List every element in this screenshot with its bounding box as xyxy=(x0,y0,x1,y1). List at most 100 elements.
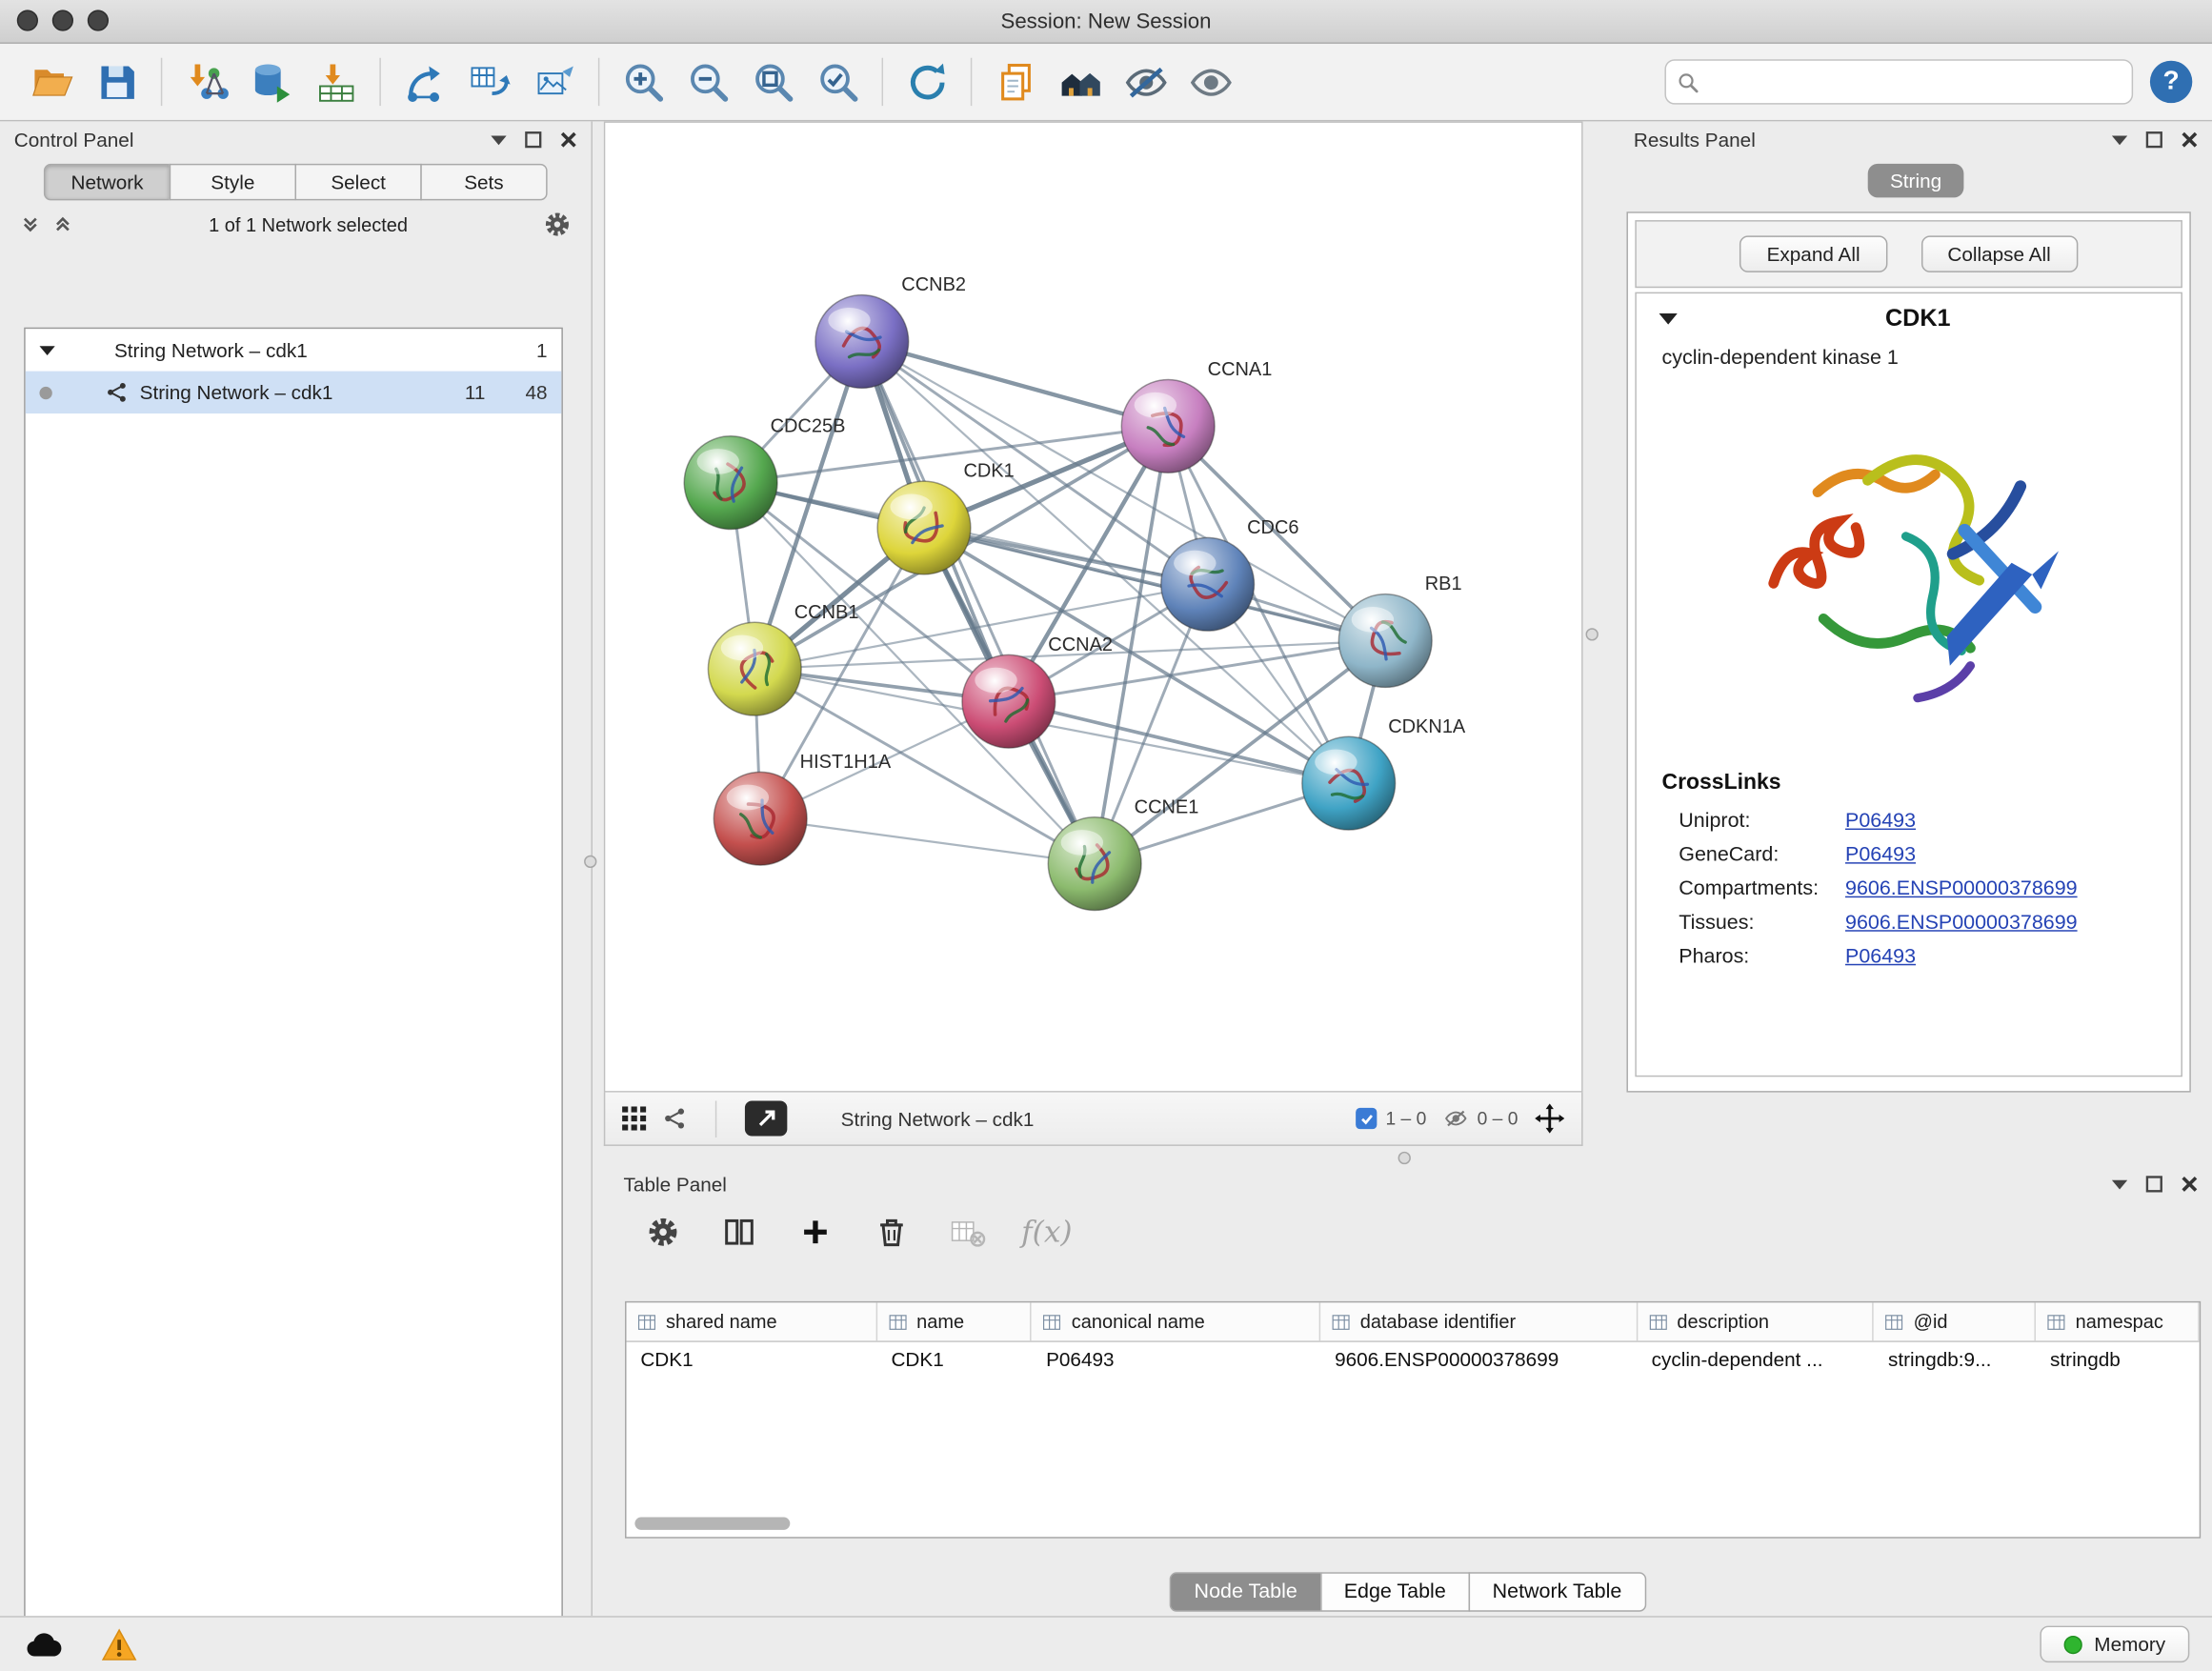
close-panel-icon[interactable] xyxy=(2181,131,2198,149)
network-view[interactable]: CCNB2CCNA1CDC25BCDK1CDC6RB1CCNB1CCNA2CDK… xyxy=(604,121,1583,1092)
toolbar-separator xyxy=(379,58,380,106)
vertical-splitter-handle[interactable] xyxy=(584,856,596,868)
tab-node-table[interactable]: Node Table xyxy=(1170,1572,1321,1611)
panel-menu-icon[interactable] xyxy=(2112,1179,2127,1189)
delete-table-button[interactable] xyxy=(945,1210,990,1255)
edge-CCNA2-CDKN1A[interactable] xyxy=(1009,701,1349,783)
new-network-button[interactable] xyxy=(392,52,457,111)
crosslink-link[interactable]: P06493 xyxy=(1845,844,1916,867)
crosslink-link[interactable]: 9606.ENSP00000378699 xyxy=(1845,912,2078,935)
tab-style[interactable]: Style xyxy=(170,164,296,201)
table-cell[interactable]: stringdb xyxy=(2036,1342,2199,1380)
crosslink-link[interactable]: 9606.ENSP00000378699 xyxy=(1845,877,2078,900)
node-HIST1H1A[interactable]: HIST1H1A xyxy=(714,752,892,865)
show-columns-button[interactable] xyxy=(716,1210,761,1255)
node-CDKN1A[interactable]: CDKN1A xyxy=(1302,716,1466,830)
tab-select[interactable]: Select xyxy=(295,164,422,201)
network-from-table-button[interactable] xyxy=(457,52,522,111)
zoom-out-button[interactable] xyxy=(675,52,740,111)
grid-view-icon[interactable] xyxy=(622,1106,646,1130)
gear-icon[interactable] xyxy=(543,211,572,239)
selection-checkbox-icon[interactable] xyxy=(1356,1108,1377,1129)
crosslink-link[interactable]: P06493 xyxy=(1845,946,1916,969)
table-row[interactable]: CDK1CDK1P064939606.ENSP00000378699cyclin… xyxy=(627,1342,2200,1380)
node-CCNA1[interactable]: CCNA1 xyxy=(1121,359,1272,473)
column-header[interactable]: name xyxy=(877,1302,1033,1340)
refresh-button[interactable] xyxy=(895,52,959,111)
table-cell[interactable]: stringdb:9... xyxy=(1874,1342,2036,1380)
tab-network-table[interactable]: Network Table xyxy=(1468,1572,1645,1611)
edge-HIST1H1A-CCNE1[interactable] xyxy=(760,818,1095,863)
import-table-button[interactable] xyxy=(303,52,368,111)
float-panel-icon[interactable] xyxy=(525,131,542,149)
hide-selected-button[interactable] xyxy=(1113,52,1177,111)
first-neighbors-button[interactable] xyxy=(1048,52,1113,111)
network-collection-row[interactable]: String Network – cdk1 1 xyxy=(26,329,562,371)
close-panel-icon[interactable] xyxy=(560,131,577,149)
column-header[interactable]: database identifier xyxy=(1320,1302,1638,1340)
table-cell[interactable]: 9606.ENSP00000378699 xyxy=(1320,1342,1638,1380)
column-header[interactable]: shared name xyxy=(627,1302,877,1340)
node-RB1[interactable]: RB1 xyxy=(1338,574,1461,687)
table-cell[interactable]: cyclin-dependent ... xyxy=(1638,1342,1874,1380)
expand-all-button[interactable]: Expand All xyxy=(1739,235,1886,272)
table-horizontal-scrollbar[interactable] xyxy=(634,1518,790,1530)
memory-button[interactable]: Memory xyxy=(2041,1626,2189,1663)
function-builder-button[interactable]: f(x) xyxy=(1021,1215,1072,1249)
tab-network[interactable]: Network xyxy=(44,164,171,201)
search-input[interactable] xyxy=(1707,70,2121,93)
column-header[interactable]: canonical name xyxy=(1032,1302,1320,1340)
crosslink-link[interactable]: P06493 xyxy=(1845,810,1916,833)
zoom-selected-button[interactable] xyxy=(806,52,871,111)
node-CDK1[interactable]: CDK1 xyxy=(877,461,1015,574)
node-CCNB2[interactable]: CCNB2 xyxy=(815,274,966,388)
close-window-button[interactable] xyxy=(17,10,38,30)
collapse-tree-icon[interactable] xyxy=(52,214,73,234)
node-CCNB1[interactable]: CCNB1 xyxy=(708,602,858,715)
minimize-window-button[interactable] xyxy=(52,10,73,30)
tab-sets[interactable]: Sets xyxy=(420,164,547,201)
cloud-icon[interactable] xyxy=(23,1629,65,1661)
panel-menu-icon[interactable] xyxy=(2112,134,2127,144)
pan-crosshair-icon[interactable] xyxy=(1535,1103,1564,1133)
tab-edge-table[interactable]: Edge Table xyxy=(1320,1572,1470,1611)
warning-icon[interactable] xyxy=(102,1628,137,1661)
network-row[interactable]: String Network – cdk1 11 48 xyxy=(26,372,562,413)
traffic-lights xyxy=(17,10,109,30)
network-view-share-icon[interactable] xyxy=(663,1106,687,1130)
help-button[interactable]: ? xyxy=(2150,61,2192,103)
gene-collapse-icon[interactable] xyxy=(1659,313,1678,325)
table-cell[interactable]: CDK1 xyxy=(627,1342,877,1380)
table-settings-button[interactable] xyxy=(640,1210,685,1255)
zoom-window-button[interactable] xyxy=(88,10,109,30)
horizontal-splitter-handle[interactable] xyxy=(1398,1152,1411,1164)
column-header[interactable]: description xyxy=(1638,1302,1874,1340)
save-session-button[interactable] xyxy=(85,52,150,111)
column-header[interactable]: @id xyxy=(1874,1302,2036,1340)
network-canvas[interactable]: CCNB2CCNA1CDC25BCDK1CDC6RB1CCNB1CCNA2CDK… xyxy=(605,123,1581,1091)
column-header[interactable]: namespac xyxy=(2036,1302,2199,1340)
float-panel-icon[interactable] xyxy=(2145,131,2162,149)
panel-menu-icon[interactable] xyxy=(491,134,506,144)
collapse-all-button[interactable]: Collapse All xyxy=(1920,235,2078,272)
tree-expander-icon[interactable] xyxy=(39,345,54,354)
open-session-button[interactable] xyxy=(20,52,85,111)
clipboard-button[interactable] xyxy=(983,52,1048,111)
delete-column-button[interactable] xyxy=(869,1210,914,1255)
detach-view-button[interactable] xyxy=(745,1100,787,1136)
table-cell[interactable]: P06493 xyxy=(1032,1342,1320,1380)
zoom-fit-button[interactable] xyxy=(740,52,805,111)
close-panel-icon[interactable] xyxy=(2181,1176,2198,1193)
export-image-button[interactable] xyxy=(522,52,587,111)
expand-tree-icon[interactable] xyxy=(20,214,41,234)
zoom-in-button[interactable] xyxy=(611,52,675,111)
table-cell[interactable]: CDK1 xyxy=(877,1342,1033,1380)
vertical-splitter-handle[interactable] xyxy=(1586,628,1599,640)
show-all-button[interactable] xyxy=(1178,52,1243,111)
create-column-button[interactable] xyxy=(793,1210,837,1255)
import-network-file-button[interactable] xyxy=(173,52,238,111)
float-panel-icon[interactable] xyxy=(2145,1176,2162,1193)
edge-CCNB2-CCNE1[interactable] xyxy=(862,341,1095,863)
tab-string[interactable]: String xyxy=(1867,164,1964,198)
import-network-database-button[interactable] xyxy=(238,52,303,111)
